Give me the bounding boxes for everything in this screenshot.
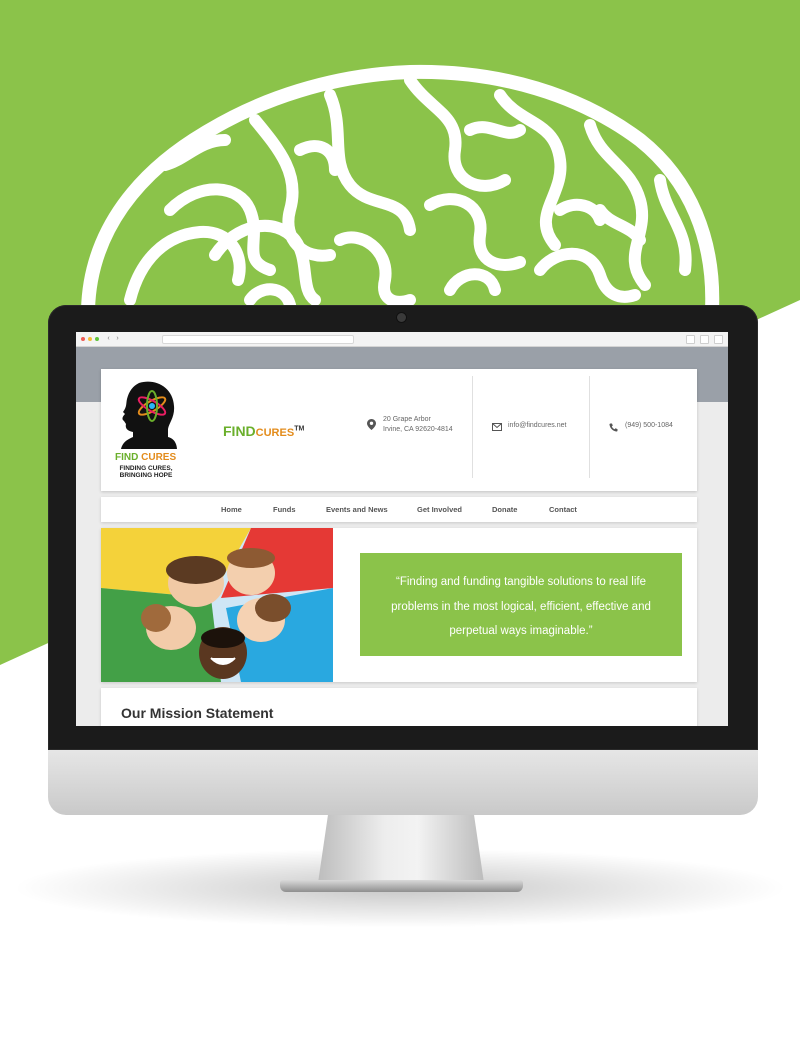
- address-line1: 20 Grape Arbor: [383, 416, 431, 423]
- hero-children-photo: [101, 528, 333, 682]
- back-icon[interactable]: ‹: [105, 335, 112, 342]
- mission-heading: Our Mission Statement: [121, 705, 274, 721]
- header-divider: [472, 376, 473, 478]
- monitor-screen: ‹ › FIND CURES FINDING CURES, BRINGING H…: [76, 332, 728, 726]
- brand-find-text: FIND: [223, 423, 256, 439]
- brand-title[interactable]: FINDCURESTM: [223, 423, 304, 439]
- nav-item-donate[interactable]: Donate: [492, 505, 517, 514]
- tabs-icon[interactable]: [700, 335, 709, 344]
- main-nav: Home Funds Events and News Get Involved …: [101, 497, 697, 522]
- logo-tagline-line1: FINDING CURES,: [119, 465, 173, 472]
- logo-head-icon[interactable]: [119, 379, 177, 449]
- logo-find-text: FIND: [115, 452, 139, 463]
- address-bar[interactable]: [162, 335, 354, 344]
- phone-icon: [609, 423, 618, 432]
- plus-icon[interactable]: [714, 335, 723, 344]
- header-divider: [589, 376, 590, 478]
- phone-number[interactable]: (949) 500-1084: [625, 421, 673, 431]
- mission-quote-box: “Finding and funding tangible solutions …: [360, 553, 682, 656]
- logo-tagline: FINDING CURES, BRINGING HOPE: [115, 465, 177, 479]
- showcase-stage: ‹ › FIND CURES FINDING CURES, BRINGING H…: [0, 0, 800, 1050]
- logo-cures-text: CURES: [141, 452, 177, 463]
- monitor-stand-neck: [318, 815, 484, 883]
- site-header: FIND CURES FINDING CURES, BRINGING HOPE …: [101, 369, 697, 491]
- monitor-bezel: ‹ › FIND CURES FINDING CURES, BRINGING H…: [48, 305, 758, 750]
- map-pin-icon: [367, 419, 376, 430]
- nav-item-home[interactable]: Home: [221, 505, 242, 514]
- close-dot-icon[interactable]: [81, 337, 85, 341]
- forward-icon[interactable]: ›: [114, 335, 121, 342]
- trademark-mark: TM: [294, 425, 305, 433]
- mission-section: Our Mission Statement: [101, 688, 697, 726]
- maximize-dot-icon[interactable]: [95, 337, 99, 341]
- camera-icon: [397, 313, 406, 322]
- minimize-dot-icon[interactable]: [88, 337, 92, 341]
- address-line2: Irvine, CA 92620-4814: [383, 426, 453, 433]
- hero-section: “Finding and funding tangible solutions …: [101, 528, 697, 682]
- envelope-icon: [492, 423, 502, 431]
- nav-item-events-and-news[interactable]: Events and News: [326, 505, 388, 514]
- browser-toolbar: ‹ ›: [76, 332, 728, 347]
- logo-wordmark: FIND CURES: [115, 452, 176, 463]
- brand-cures-text: CURES: [255, 427, 295, 439]
- logo-tagline-line2: BRINGING HOPE: [119, 472, 173, 479]
- nav-item-contact[interactable]: Contact: [549, 505, 577, 514]
- monitor-stand-base: [280, 880, 523, 892]
- nav-item-funds[interactable]: Funds: [273, 505, 296, 514]
- nav-item-get-involved[interactable]: Get Involved: [417, 505, 462, 514]
- share-icon[interactable]: [686, 335, 695, 344]
- email-link[interactable]: info@findcures.net: [508, 421, 566, 431]
- monitor-chin: [48, 750, 758, 815]
- monitor: ‹ › FIND CURES FINDING CURES, BRINGING H…: [48, 305, 758, 815]
- mission-quote: “Finding and funding tangible solutions …: [391, 576, 651, 637]
- address-block: 20 Grape Arbor Irvine, CA 92620-4814: [383, 415, 453, 435]
